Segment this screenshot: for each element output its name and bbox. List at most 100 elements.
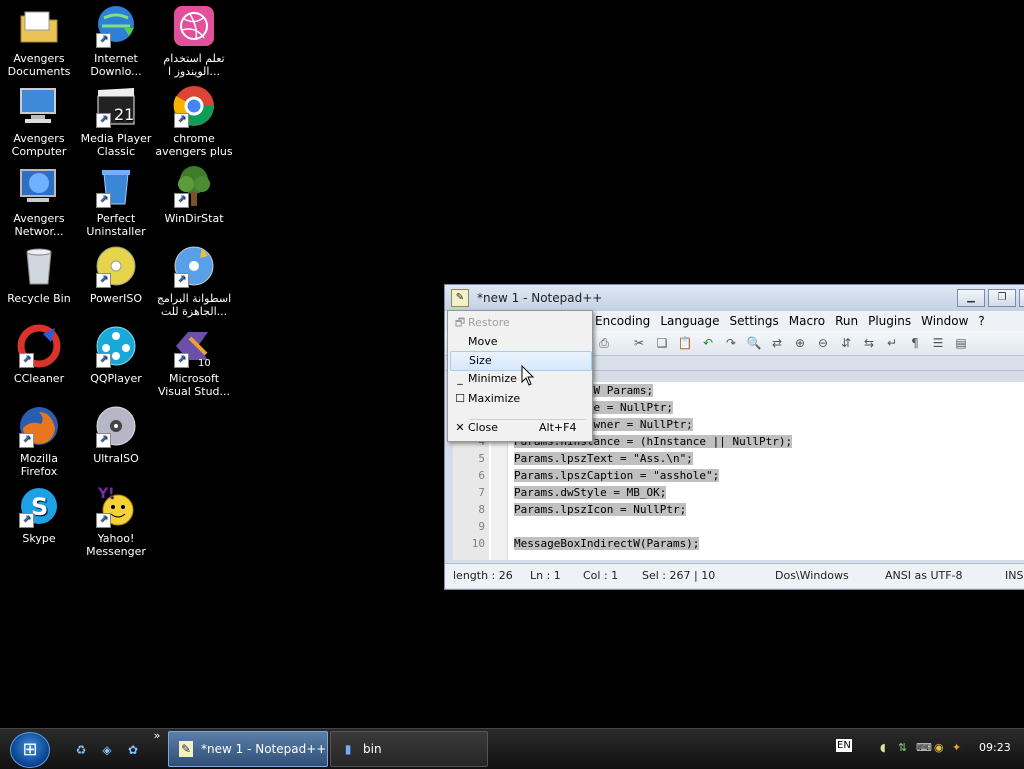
redo-icon[interactable]: ↷ bbox=[722, 334, 740, 352]
menu-encoding[interactable]: Encoding bbox=[595, 314, 650, 328]
menu-run[interactable]: Run bbox=[835, 314, 858, 328]
notepad-icon[interactable]: ✎ bbox=[451, 289, 469, 307]
line-number: 10 bbox=[471, 537, 485, 550]
menu-item-restore[interactable]: 🗗 Restore bbox=[450, 314, 590, 332]
tray-icon-3[interactable]: ⌨ bbox=[916, 741, 932, 754]
taskbar-item-bin[interactable]: ▮ bin bbox=[330, 731, 488, 767]
yahoo-smiley-icon: Y! ↗ bbox=[94, 484, 138, 528]
icon-label: Avengers Computer bbox=[11, 132, 67, 158]
print-icon[interactable]: ⎙ bbox=[595, 334, 613, 352]
undo-icon[interactable]: ↶ bbox=[699, 334, 717, 352]
title-bar[interactable]: ✎ *new 1 - Notepad++ ▁ ❐ ✕ bbox=[445, 285, 1024, 311]
windirstat-icon[interactable]: ↗ WinDirStat bbox=[155, 164, 233, 225]
disc-yellow-icon: ↗ bbox=[94, 244, 138, 288]
menu-item-move[interactable]: Move bbox=[450, 333, 590, 351]
globe-download-icon: ↗ bbox=[94, 4, 138, 48]
status-eol[interactable]: Dos\Windows bbox=[775, 569, 849, 582]
icon-label: Mozilla Firefox bbox=[20, 452, 58, 478]
restore-button[interactable]: ❐ bbox=[988, 289, 1016, 307]
ultraiso-icon[interactable]: ↗ UltraISO bbox=[77, 404, 155, 465]
media-player-classic-icon[interactable]: 21 ↗ Media Player Classic bbox=[77, 84, 155, 158]
word-wrap-icon[interactable]: ↵ bbox=[883, 334, 901, 352]
yahoo-messenger-icon[interactable]: Y! ↗ Yahoo! Messenger bbox=[77, 484, 155, 558]
avengers-documents-icon[interactable]: Avengers Documents bbox=[0, 4, 78, 78]
menu-item-shortcut: Alt+F4 bbox=[539, 421, 577, 434]
sync-horizontal-icon[interactable]: ⇆ bbox=[860, 334, 878, 352]
status-selection: Sel : 267 | 10 bbox=[642, 569, 716, 582]
user-lang-icon[interactable]: ▤ bbox=[952, 334, 970, 352]
firefox-icon[interactable]: ↗ Mozilla Firefox bbox=[0, 404, 78, 478]
menu-item-label: Move bbox=[468, 335, 498, 348]
icon-label: Yahoo! Messenger bbox=[86, 532, 146, 558]
show-all-chars-icon[interactable]: ¶ bbox=[906, 334, 924, 352]
menu-help[interactable]: ? bbox=[978, 314, 984, 328]
tray-icon-1[interactable]: ◖ bbox=[880, 741, 886, 754]
tray-icon-2[interactable]: ⇅ bbox=[898, 741, 907, 754]
line-number: 8 bbox=[478, 503, 485, 516]
copy-icon[interactable]: ❏ bbox=[653, 334, 671, 352]
menu-plugins[interactable]: Plugins bbox=[868, 314, 911, 328]
learn-windows-icon[interactable]: تعلم استخدام الويندوز ا... bbox=[155, 4, 233, 78]
ready-programs-disc-icon[interactable]: ↗ اسطوانة البرامج الجاهزة للت... bbox=[155, 244, 233, 318]
sync-vertical-icon[interactable]: ⇵ bbox=[837, 334, 855, 352]
chrome-icon[interactable]: ↗ chrome avengers plus bbox=[155, 84, 233, 158]
quicklaunch-expand-icon[interactable]: » bbox=[150, 729, 164, 743]
start-button[interactable]: ⊞ bbox=[10, 732, 50, 768]
visual-studio-logo-icon: 10 ↗ bbox=[172, 324, 216, 368]
menu-item-close[interactable]: ✕ Close Alt+F4 bbox=[450, 419, 590, 437]
menu-window[interactable]: Window bbox=[921, 314, 968, 328]
shortcut-arrow-icon: ↗ bbox=[96, 113, 111, 128]
zoom-in-icon[interactable]: ⊕ bbox=[791, 334, 809, 352]
task-label: bin bbox=[363, 742, 382, 756]
avengers-computer-icon[interactable]: Avengers Computer bbox=[0, 84, 78, 158]
firefox-logo-icon: ↗ bbox=[17, 404, 61, 448]
close-button[interactable]: ✕ bbox=[1019, 289, 1024, 307]
quicklaunch-app2-icon[interactable]: ✿ bbox=[126, 743, 140, 757]
replace-icon[interactable]: ⇄ bbox=[768, 334, 786, 352]
icon-label: QQPlayer bbox=[90, 372, 142, 385]
tray-disc-icon[interactable]: ◉ bbox=[934, 741, 944, 754]
folder-small-icon: ▮ bbox=[344, 742, 352, 756]
clock[interactable]: 09:23 bbox=[979, 741, 1011, 754]
cut-icon[interactable]: ✂ bbox=[630, 334, 648, 352]
menu-item-maximize[interactable]: ☐ Maximize bbox=[450, 390, 590, 408]
menu-settings[interactable]: Settings bbox=[730, 314, 779, 328]
menu-language[interactable]: Language bbox=[660, 314, 719, 328]
minimize-button[interactable]: ▁ bbox=[957, 289, 985, 307]
find-icon[interactable]: 🔍 bbox=[745, 334, 763, 352]
status-encoding[interactable]: ANSI as UTF-8 bbox=[885, 569, 963, 582]
ccleaner-icon[interactable]: ↗ CCleaner bbox=[0, 324, 78, 385]
tree-icon: ↗ bbox=[172, 164, 216, 208]
status-column: Col : 1 bbox=[583, 569, 619, 582]
quicklaunch-recycle-icon[interactable]: ♻ bbox=[74, 743, 88, 757]
film-reel-icon: ↗ bbox=[94, 324, 138, 368]
svg-text:21: 21 bbox=[114, 105, 134, 124]
window-title: *new 1 - Notepad++ bbox=[477, 291, 603, 305]
qqplayer-icon[interactable]: ↗ QQPlayer bbox=[77, 324, 155, 385]
disc-grey-icon: ↗ bbox=[94, 404, 138, 448]
perfect-uninstaller-icon[interactable]: ↗ Perfect Uninstaller bbox=[77, 164, 155, 238]
icon-label: WinDirStat bbox=[164, 212, 224, 225]
language-indicator[interactable]: EN bbox=[836, 739, 852, 752]
skype-icon[interactable]: S ↗ Skype bbox=[0, 484, 78, 545]
mouse-cursor-icon bbox=[521, 365, 535, 386]
paste-icon[interactable]: 📋 bbox=[676, 334, 694, 352]
visual-studio-icon[interactable]: 10 ↗ Microsoft Visual Stud... bbox=[155, 324, 233, 398]
shortcut-arrow-icon: ↗ bbox=[96, 193, 111, 208]
zoom-out-icon[interactable]: ⊖ bbox=[814, 334, 832, 352]
status-insert-mode[interactable]: INS bbox=[1005, 569, 1023, 582]
tray-icon-5[interactable]: ✦ bbox=[952, 741, 961, 754]
quicklaunch-app-icon[interactable]: ◈ bbox=[100, 743, 114, 757]
taskbar-item-notepad[interactable]: ✎ *new 1 - Notepad++ bbox=[168, 731, 328, 767]
menu-macro[interactable]: Macro bbox=[789, 314, 825, 328]
shortcut-arrow-icon: ↗ bbox=[96, 353, 111, 368]
internet-download-icon[interactable]: ↗ Internet Downlo... bbox=[77, 4, 155, 78]
indent-guide-icon[interactable]: ☰ bbox=[929, 334, 947, 352]
recycle-bin-icon[interactable]: Recycle Bin bbox=[0, 244, 78, 305]
shortcut-arrow-icon: ↗ bbox=[174, 273, 189, 288]
menu-item-minimize[interactable]: _ Minimize bbox=[450, 370, 590, 388]
poweriso-icon[interactable]: ↗ PowerISO bbox=[77, 244, 155, 305]
svg-text:10: 10 bbox=[198, 358, 211, 368]
avengers-network-icon[interactable]: Avengers Networ... bbox=[0, 164, 78, 238]
